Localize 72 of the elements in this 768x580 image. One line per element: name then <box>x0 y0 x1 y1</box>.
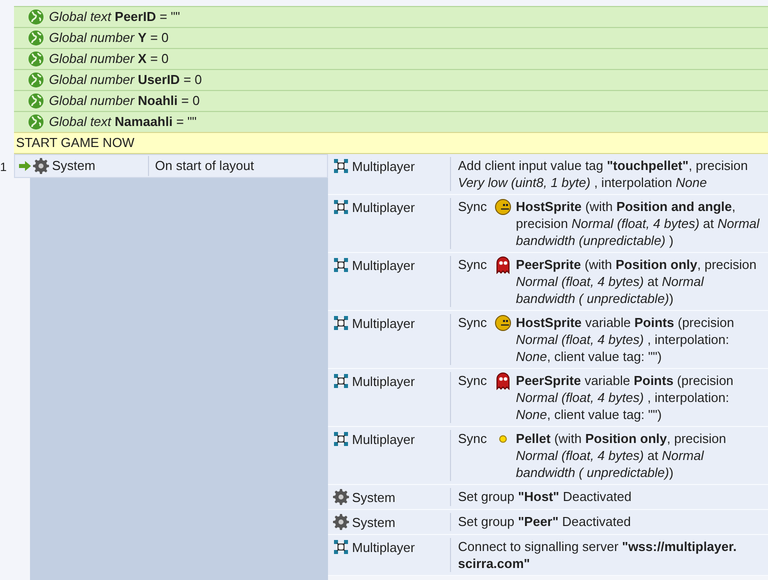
action-text: HostSprite (with Position and angle, precision Normal (float, 4 bytes) at Normal bandwidth (unpredictable) ) <box>516 198 761 249</box>
pellet-sprite-icon <box>498 434 507 442</box>
network-icon <box>333 199 349 215</box>
global-variable-text: Global number Noahli = 0 <box>49 92 200 110</box>
action-object: Multiplayer <box>352 373 415 390</box>
condition-object: System <box>52 157 96 176</box>
action-object: Multiplayer <box>352 315 415 332</box>
network-icon <box>333 539 349 555</box>
action-object: Multiplayer <box>352 431 415 448</box>
action-text: Add client input value tag "touchpellet", precision Very low (uint8, 1 byte) , interpolation None <box>458 158 748 190</box>
action-prefix: Sync <box>458 256 487 273</box>
global-variable-row[interactable]: Global text Namaahli = "" <box>14 111 768 132</box>
gear-icon <box>333 514 349 530</box>
action-object: Multiplayer <box>352 539 415 556</box>
ghost-sprite-icon <box>496 372 510 390</box>
comment-row[interactable]: START GAME NOW <box>14 132 768 154</box>
network-icon <box>333 431 349 447</box>
comment-text: START GAME NOW <box>16 134 134 152</box>
action-row[interactable]: Multiplayer Connect to signalling server "wss://multiplayer. scirra.com" <box>328 535 768 576</box>
network-icon <box>333 158 349 174</box>
action-row[interactable]: Multiplayer Sync PeerSprite (with Position only, precision Normal (float, 4 bytes) at Normal bandwidth ( unpredictable)) <box>328 253 768 311</box>
smiley-sprite-icon <box>494 198 511 214</box>
gear-icon <box>333 489 349 505</box>
action-object: System <box>352 514 396 531</box>
global-variable-text: Global text PeerID = "" <box>49 8 180 26</box>
global-variable-text: Global number UserID = 0 <box>49 71 202 90</box>
action-text: PeerSprite (with Position only, precision Normal (float, 4 bytes) at Normal bandwidth ( unpredictable)) <box>516 256 758 307</box>
action-row[interactable]: Multiplayer Sync Pellet (with Position only, precision Normal (float, 4 bytes) at Normal bandwidth ( unpredictable)) <box>328 427 768 485</box>
network-icon <box>333 315 349 331</box>
global-variable-row[interactable]: Global text PeerID = "" <box>14 6 768 27</box>
condition-text: On start of layout <box>155 157 254 176</box>
action-prefix: Sync <box>458 314 487 331</box>
arrow-icon <box>19 161 31 171</box>
network-icon <box>333 373 349 389</box>
ghost-sprite-icon <box>496 256 510 274</box>
action-row[interactable]: Multiplayer Add client input value tag "touchpellet", precision Very low (uint8, 1 byte) , interpolation None <box>328 154 768 195</box>
action-row[interactable]: Multiplayer Sync HostSprite (with Position and angle, precision Normal (float, 4 bytes) at Normal bandwidth (unpredictable) ) <box>328 195 768 253</box>
action-prefix: Sync <box>458 372 487 389</box>
action-row[interactable]: Multiplayer Sync PeerSprite variable Points (precision Normal (float, 4 bytes) , interpolation: None, client value tag: "") <box>328 369 768 427</box>
global-variable-row[interactable]: Global number Y = 0 <box>14 27 768 48</box>
globe-icon <box>28 114 44 130</box>
gear-icon <box>33 158 49 174</box>
global-variable-text: Global number X = 0 <box>49 50 169 68</box>
network-icon <box>333 257 349 273</box>
action-text: Pellet (with Position only, precision Normal (float, 4 bytes) at Normal bandwidth ( unpredictable)) <box>516 430 728 481</box>
globe-icon <box>28 93 44 109</box>
global-variable-row[interactable]: Global number X = 0 <box>14 48 768 69</box>
action-object: System <box>352 489 396 506</box>
global-variable-row[interactable]: Global number UserID = 0 <box>14 69 768 90</box>
action-text: PeerSprite variable Points (precision Normal (float, 4 bytes) , interpolation: None, client value tag: "") <box>516 372 734 423</box>
globe-icon <box>28 9 44 25</box>
action-text: HostSprite variable Points (precision Normal (float, 4 bytes) , interpolation: None, client value tag: "") <box>516 314 736 365</box>
action-row[interactable]: System Set group "Host" Deactivated <box>328 485 768 510</box>
global-variable-text: Global text Namaahli = "" <box>49 113 197 132</box>
global-variable-row[interactable]: Global number Noahli = 0 <box>14 90 768 111</box>
action-text: Set group "Peer" Deactivated <box>458 514 631 529</box>
action-prefix: Sync <box>458 430 487 447</box>
condition-row[interactable]: System On start of layout <box>14 154 328 178</box>
globe-icon <box>28 72 44 88</box>
globe-icon <box>28 51 44 67</box>
action-row[interactable]: System Set group "Peer" Deactivated <box>328 510 768 535</box>
action-row[interactable]: Multiplayer Sync HostSprite variable Points (precision Normal (float, 4 bytes) , interpolation: None, client value tag: "") <box>328 311 768 369</box>
global-variable-text: Global number Y = 0 <box>49 29 169 48</box>
action-text: Connect to signalling server "wss://multiplayer. scirra.com" <box>458 539 737 571</box>
globe-icon <box>28 30 44 46</box>
smiley-sprite-icon <box>494 314 511 330</box>
action-object: Multiplayer <box>352 199 415 216</box>
action-text: Set group "Host" Deactivated <box>458 489 632 504</box>
action-object: Multiplayer <box>352 257 415 274</box>
event-number: 1 <box>0 160 7 174</box>
action-object: Multiplayer <box>352 158 415 175</box>
action-prefix: Sync <box>458 198 487 215</box>
